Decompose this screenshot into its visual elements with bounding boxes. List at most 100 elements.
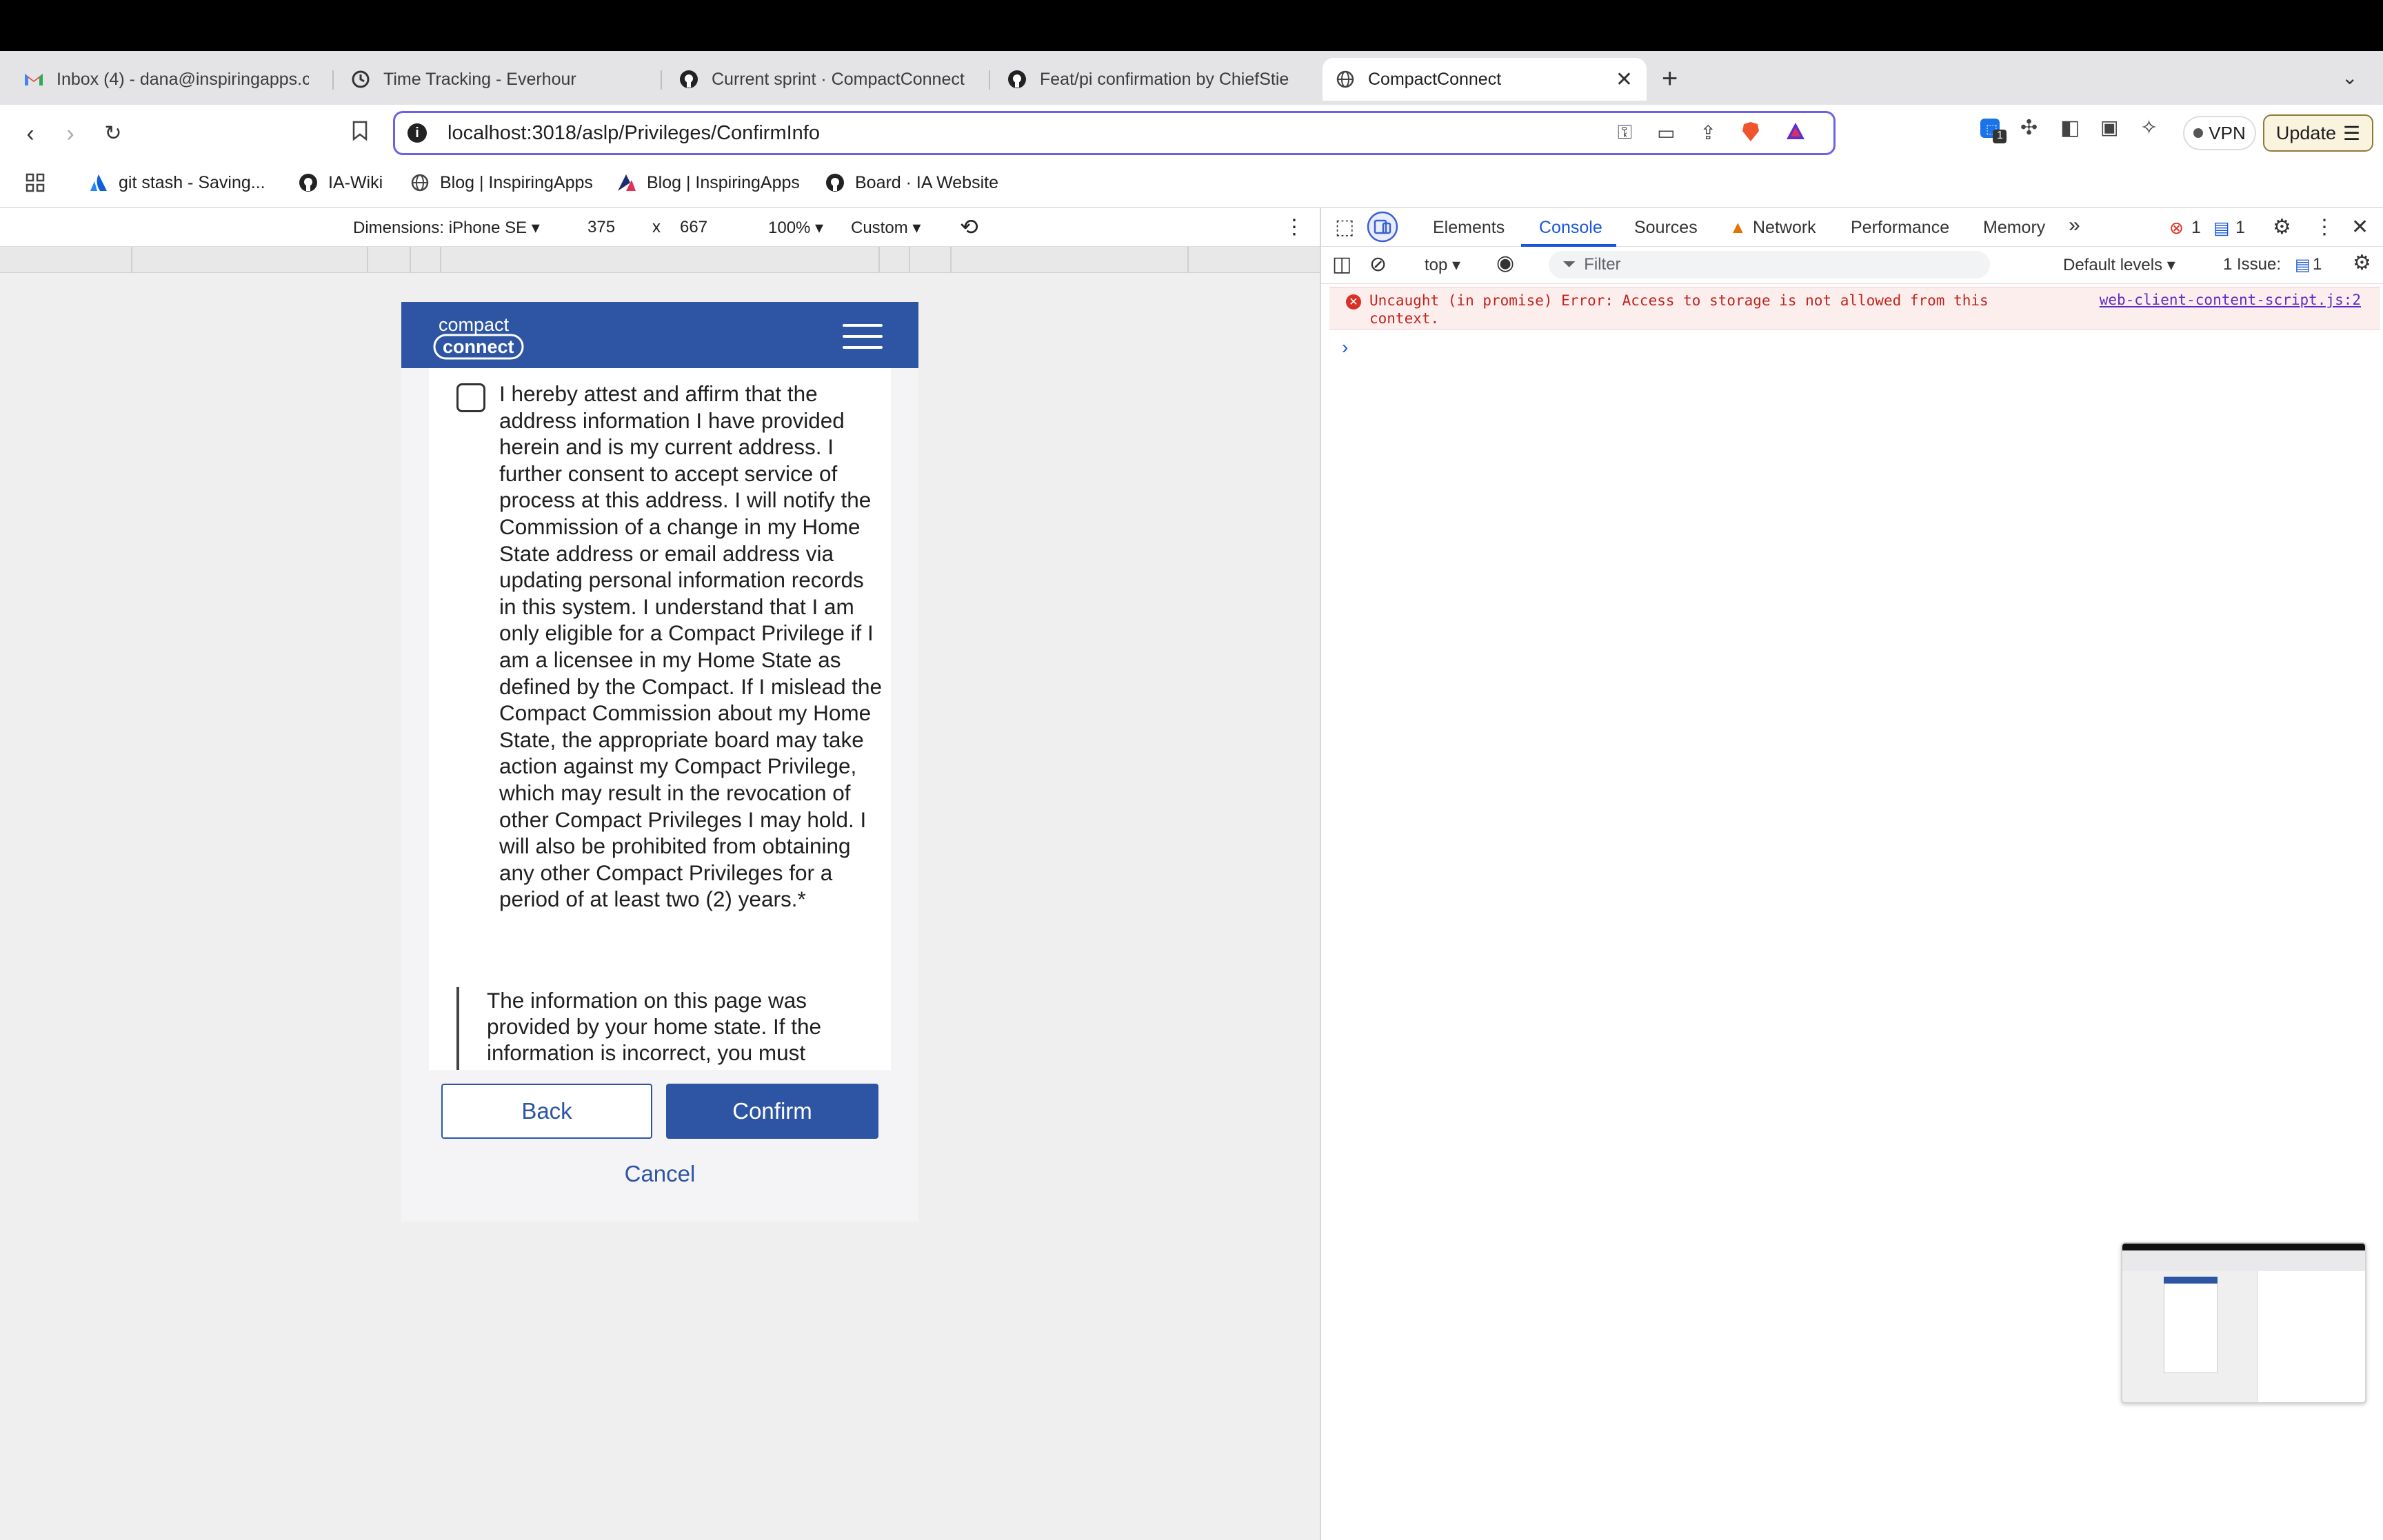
ruler-tick [410,247,411,273]
tab-everhour[interactable]: Time Tracking - Everhour [338,58,655,101]
globe-icon [1335,69,1356,90]
device-more-icon[interactable]: ⋮ [1284,215,1305,239]
inspect-element-icon[interactable]: ⬚ [1335,215,1354,239]
key-icon[interactable]: ⚿ [1618,121,1632,147]
device-toolbar: Dimensions: iPhone SE ▾ 375 x 667 100% ▾… [0,208,1320,247]
tab-search-chevron-icon[interactable]: ⌄ [2342,66,2357,89]
more-tabs-icon[interactable]: » [2069,214,2080,237]
clear-console-icon[interactable]: ⊘ [1369,252,1387,276]
globe-icon [410,172,430,193]
os-top-bar [0,0,2383,51]
github-icon [825,172,845,193]
tab-separator [661,70,662,90]
tab-network[interactable]: Network [1753,218,1816,238]
cast-icon[interactable]: ▭ [1657,121,1675,147]
log-levels-select[interactable]: Default levels ▾ [2063,255,2175,275]
zoom-select[interactable]: 100% ▾ [768,218,823,238]
bookmark-icon[interactable] [346,120,374,148]
settings-gear-icon[interactable]: ⚙ [2273,215,2291,239]
console-settings-gear-icon[interactable]: ⚙ [2353,251,2371,275]
window-preview-thumbnail[interactable] [2121,1242,2366,1404]
close-devtools-icon[interactable]: ✕ [2351,215,2369,239]
bookmark-ia-wiki[interactable]: IA-Wiki [298,172,383,193]
console-filter-input[interactable]: ⏷ Filter [1549,251,1990,278]
confirm-button[interactable]: Confirm [666,1084,878,1139]
browser-toolbar: ‹ › ↻ i localhost:3018/aslp/Privileges/C… [0,105,2383,161]
rotate-icon[interactable]: ⟲ [960,214,978,240]
cancel-link[interactable]: Cancel [401,1161,918,1187]
attestation-checkbox[interactable] [456,383,485,412]
error-text: Uncaught (in promise) Error: Access to s… [1369,292,1989,327]
device-height-input[interactable]: 667 [680,218,707,237]
device-width-input[interactable]: 375 [587,218,615,237]
back-arrow-icon[interactable]: ‹ [17,120,44,148]
message-count-icon[interactable]: ▤ [2213,218,2230,239]
site-info-icon[interactable]: i [408,123,427,143]
forward-arrow-icon[interactable]: › [57,120,84,148]
tab-feat-pi-confirmation[interactable]: Feat/pi confirmation by ChiefStie [994,58,1310,101]
back-button[interactable]: Back [441,1084,652,1139]
reload-icon[interactable]: ↻ [99,120,127,148]
error-icon: ✕ [1346,294,1361,310]
sidebar-icon[interactable]: ◧ [2060,116,2080,140]
update-button[interactable]: Update ☰ [2263,114,2373,152]
extension-badge-count: 1 [1997,130,2003,141]
bookmark-blog-inspiringapps-2[interactable]: Blog | InspiringApps [616,172,800,193]
hamburger-menu-icon[interactable] [843,324,883,349]
tab-strip: Inbox (4) - dana@inspiringapps.c Time Tr… [0,51,2383,105]
live-expression-eye-icon[interactable]: ◉ [1496,251,1514,275]
share-icon[interactable]: ⇪ [1700,121,1716,147]
console-error-message: ✕ Uncaught (in promise) Error: Access to… [1329,287,2380,330]
apps-grid-icon[interactable] [25,172,46,193]
compact-connect-logo[interactable]: compact connect [432,309,525,361]
issues-label[interactable]: 1 Issue: [2223,255,2281,274]
tab-performance[interactable]: Performance [1851,218,1949,238]
thumbnail-devtools [2258,1271,2365,1402]
error-source-link[interactable]: web-client-content-script.js:2 [2100,292,2361,308]
context-select[interactable]: top ▾ [1425,255,1460,275]
logo-word-compact: compact [439,314,510,335]
ruler-tick [440,247,441,273]
device-toggle-icon[interactable] [1367,211,1398,247]
ruler-tick [909,247,910,273]
console-prompt[interactable]: › [1342,336,1348,358]
bookmark-git-stash[interactable]: git stash - Saving... [88,172,265,193]
throttle-select[interactable]: Custom ▾ [851,218,921,238]
leo-ai-icon[interactable]: ✧ [2140,116,2158,140]
device-dimensions-select[interactable]: Dimensions: iPhone SE ▾ [353,218,540,238]
extension-badge-button[interactable]: ⬚ 1 [1979,116,2007,143]
wallet-icon[interactable]: ▣ [2100,116,2118,139]
tab-gmail[interactable]: Inbox (4) - dana@inspiringapps.c [11,58,321,101]
thumbnail-phone-header [2164,1277,2218,1284]
bookmark-blog-inspiringapps[interactable]: Blog | InspiringApps [410,172,593,193]
devtools-tab-bar: ⬚ Elements Console Sources ▲ Network Per… [1321,208,2383,247]
thumbnail-chrome [2122,1250,2365,1271]
console-toolbar: ◫ ⊘ top ▾ ◉ ⏷ Filter Default levels ▾ 1 … [1321,247,2383,284]
github-icon [298,172,319,193]
error-count-icon[interactable]: ⊗ [2169,218,2184,239]
brave-shields-icon[interactable] [1741,121,1760,147]
tab-separator [332,70,334,90]
everhour-icon [350,69,371,90]
menu-icon: ☰ [2342,122,2361,144]
brave-rewards-icon[interactable] [1785,121,1806,147]
tab-memory[interactable]: Memory [1983,218,2045,238]
address-url[interactable]: localhost:3018/aslp/Privileges/ConfirmIn… [448,122,820,145]
thumbnail-topbar [2122,1244,2365,1250]
tab-current-sprint[interactable]: Current sprint · CompactConnect [666,58,983,101]
address-bar[interactable]: i localhost:3018/aslp/Privileges/Confirm… [393,111,1836,155]
tab-compactconnect[interactable]: CompactConnect ✕ [1323,58,1647,101]
vpn-status-icon [2193,128,2204,138]
new-tab-button[interactable]: + [1662,63,1678,94]
tab-console[interactable]: Console [1539,218,1602,238]
close-tab-icon[interactable]: ✕ [1616,68,1633,92]
vpn-button[interactable]: VPN [2183,116,2256,150]
ia-logo-icon [616,172,637,193]
issues-count: 1 [2313,255,2322,274]
bookmark-board-ia-website[interactable]: Board · IA Website [825,172,998,193]
extensions-puzzle-icon[interactable]: ✣ [2020,116,2038,140]
devtools-more-icon[interactable]: ⋮ [2314,215,2335,239]
tab-elements[interactable]: Elements [1433,218,1505,238]
tab-sources[interactable]: Sources [1634,218,1698,238]
console-sidebar-icon[interactable]: ◫ [1332,252,1351,276]
